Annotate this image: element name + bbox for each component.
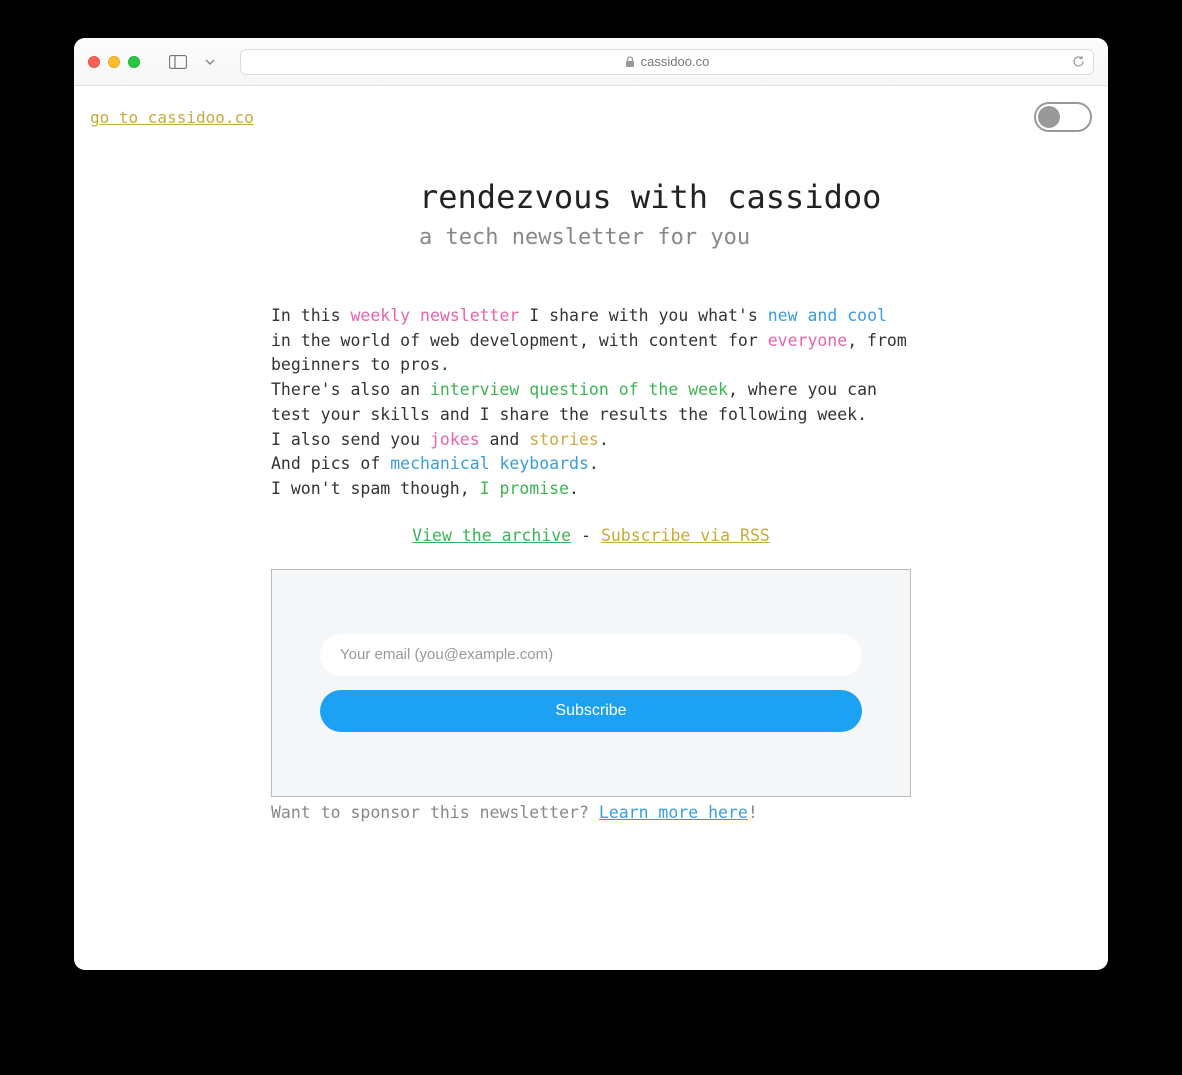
page-content: go to cassidoo.co rendezvous with cassid… — [74, 86, 1108, 970]
email-input[interactable] — [320, 634, 862, 676]
url-host: cassidoo.co — [641, 54, 710, 69]
sponsor-suffix: ! — [748, 803, 758, 822]
chevron-down-icon — [205, 59, 215, 65]
sponsor-prefix: Want to sponsor this newsletter? — [271, 803, 599, 822]
text: I also send you — [271, 430, 430, 449]
sponsor-row: Want to sponsor this newsletter? Learn m… — [271, 803, 911, 822]
sidebar-toggle-button[interactable] — [164, 50, 192, 74]
archive-links-row: View the archive - Subscribe via RSS — [271, 526, 911, 545]
minimize-window-button[interactable] — [108, 56, 120, 68]
sidebar-icon — [169, 55, 187, 69]
toolbar-dropdown-button[interactable] — [196, 50, 224, 74]
text: . — [599, 430, 609, 449]
page-subtitle: a tech newsletter for you — [419, 223, 891, 254]
highlight-new-and-cool: new and cool — [768, 306, 887, 325]
highlight-weekly-newsletter: weekly newsletter — [350, 306, 519, 325]
highlight-everyone: everyone — [768, 331, 847, 350]
text: and — [480, 430, 530, 449]
highlight-promise: I promise — [480, 479, 569, 498]
page-title: rendezvous with cassidoo — [419, 176, 891, 219]
highlight-stories: stories — [529, 430, 599, 449]
subscribe-button[interactable]: Subscribe — [320, 690, 862, 732]
text: . — [589, 454, 599, 473]
browser-window: cassidoo.co go to cassidoo.co rendezvous… — [74, 38, 1108, 970]
sponsor-learn-more-link[interactable]: Learn more here — [599, 803, 748, 822]
text: There's also an — [271, 380, 430, 399]
refresh-button[interactable] — [1072, 55, 1085, 68]
text: In this — [271, 306, 350, 325]
maximize-window-button[interactable] — [128, 56, 140, 68]
separator: - — [571, 526, 601, 545]
newsletter-description: In this weekly newsletter I share with y… — [271, 304, 911, 502]
subscribe-rss-link[interactable]: Subscribe via RSS — [601, 526, 770, 545]
text: I won't spam though, — [271, 479, 480, 498]
subscribe-box: Subscribe — [271, 569, 911, 797]
view-archive-link[interactable]: View the archive — [412, 526, 571, 545]
text: I share with you what's — [519, 306, 767, 325]
highlight-mechanical-keyboards: mechanical keyboards — [390, 454, 589, 473]
highlight-jokes: jokes — [430, 430, 480, 449]
close-window-button[interactable] — [88, 56, 100, 68]
home-link[interactable]: go to cassidoo.co — [90, 108, 254, 127]
text: And pics of — [271, 454, 390, 473]
highlight-interview-question: interview question of the week — [430, 380, 728, 399]
text: . — [569, 479, 579, 498]
text: in the world of web development, with co… — [271, 331, 768, 350]
refresh-icon — [1072, 55, 1085, 68]
theme-toggle[interactable] — [1034, 102, 1092, 132]
traffic-lights — [88, 56, 140, 68]
url-bar[interactable]: cassidoo.co — [240, 49, 1094, 75]
lock-icon — [625, 56, 635, 68]
browser-chrome: cassidoo.co — [74, 38, 1108, 86]
